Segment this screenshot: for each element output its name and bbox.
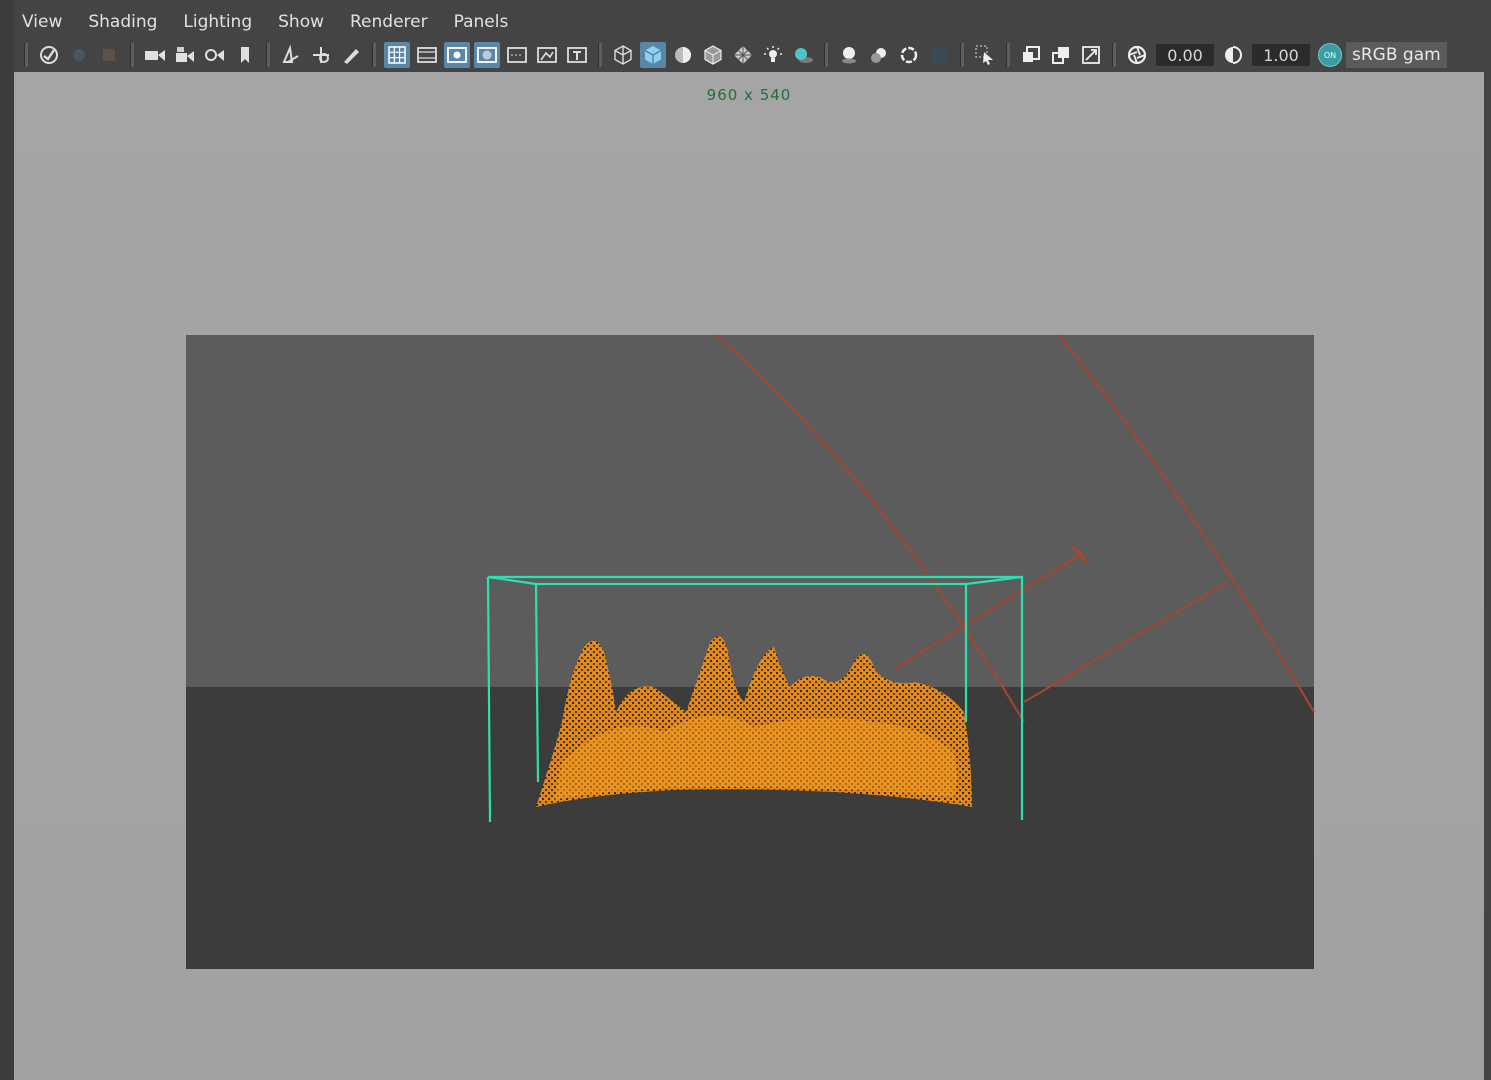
- antialiasing-icon[interactable]: [896, 42, 922, 68]
- color-management-toggle[interactable]: ON: [1318, 43, 1342, 67]
- field-chart-icon[interactable]: [504, 42, 530, 68]
- exposure-icon[interactable]: [1124, 42, 1150, 68]
- grid-icon[interactable]: [384, 42, 410, 68]
- motion-blur-icon[interactable]: [866, 42, 892, 68]
- menu-shading[interactable]: Shading: [86, 10, 159, 34]
- maya-viewport-panel: View Shading Lighting Show Renderer Pane…: [0, 0, 1491, 1080]
- xray-icon[interactable]: [1018, 42, 1044, 68]
- toolbar-separator: [266, 43, 270, 67]
- view-transform-dropdown[interactable]: sRGB gam: [1346, 42, 1447, 68]
- camera-lock-icon[interactable]: [66, 42, 92, 68]
- xray-joints-icon[interactable]: [1078, 42, 1104, 68]
- safe-action-icon[interactable]: [534, 42, 560, 68]
- isolate-select-icon[interactable]: [972, 42, 998, 68]
- menu-renderer[interactable]: Renderer: [348, 10, 430, 34]
- toolbar-separator: [1112, 43, 1116, 67]
- film-gate-icon[interactable]: [414, 42, 440, 68]
- select-camera-icon[interactable]: [36, 42, 62, 68]
- shadows-icon[interactable]: [790, 42, 816, 68]
- gate-sky: [186, 335, 1314, 687]
- menu-show[interactable]: Show: [276, 10, 326, 34]
- toolbar-separator: [824, 43, 828, 67]
- 2d-pan-zoom-icon[interactable]: [278, 42, 304, 68]
- toolbar-separator: [130, 43, 134, 67]
- gamma-icon[interactable]: [1220, 42, 1246, 68]
- resolution-label: 960 x 540: [706, 86, 792, 104]
- panel-left-border: [0, 0, 14, 1080]
- toolbar-separator: [372, 43, 376, 67]
- screen-space-ao-icon[interactable]: [836, 42, 862, 68]
- toolbar-separator: [24, 43, 28, 67]
- toolbar-separator: [1006, 43, 1010, 67]
- resolution-gate-icon[interactable]: [444, 42, 470, 68]
- panel-menu-bar: View Shading Lighting Show Renderer Pane…: [14, 6, 1484, 38]
- menu-view[interactable]: View: [20, 10, 64, 34]
- menu-lighting[interactable]: Lighting: [181, 10, 254, 34]
- wireframe-icon[interactable]: [610, 42, 636, 68]
- image-plane-icon[interactable]: [202, 42, 228, 68]
- gamma-field[interactable]: 1.00: [1252, 44, 1310, 66]
- smooth-shade-icon[interactable]: [640, 42, 666, 68]
- camera-sequencer-icon[interactable]: [96, 42, 122, 68]
- viewport-scene: [14, 72, 1484, 1080]
- bookmark-camera-icon[interactable]: [172, 42, 198, 68]
- depth-of-field-icon[interactable]: [926, 42, 952, 68]
- camera-attributes-icon[interactable]: [142, 42, 168, 68]
- 3d-viewport[interactable]: 960 x 540: [14, 72, 1484, 1080]
- bookmark-icon[interactable]: [232, 42, 258, 68]
- panel-toolbar: 0.00 1.00 ON sRGB gam: [14, 38, 1484, 72]
- use-lights-icon[interactable]: [760, 42, 786, 68]
- toolbar-separator: [960, 43, 964, 67]
- grease-pencil-icon[interactable]: [338, 42, 364, 68]
- pan-zoom-move-icon[interactable]: [308, 42, 334, 68]
- toolbar-separator: [598, 43, 602, 67]
- safe-title-icon[interactable]: [564, 42, 590, 68]
- default-material-icon[interactable]: [670, 42, 696, 68]
- exposure-field[interactable]: 0.00: [1156, 44, 1214, 66]
- shaded-wireframe-icon[interactable]: [700, 42, 726, 68]
- menu-panels[interactable]: Panels: [452, 10, 511, 34]
- textured-icon[interactable]: [730, 42, 756, 68]
- panel-right-border: [1484, 0, 1491, 1080]
- gate-mask-icon[interactable]: [474, 42, 500, 68]
- xray-active-icon[interactable]: [1048, 42, 1074, 68]
